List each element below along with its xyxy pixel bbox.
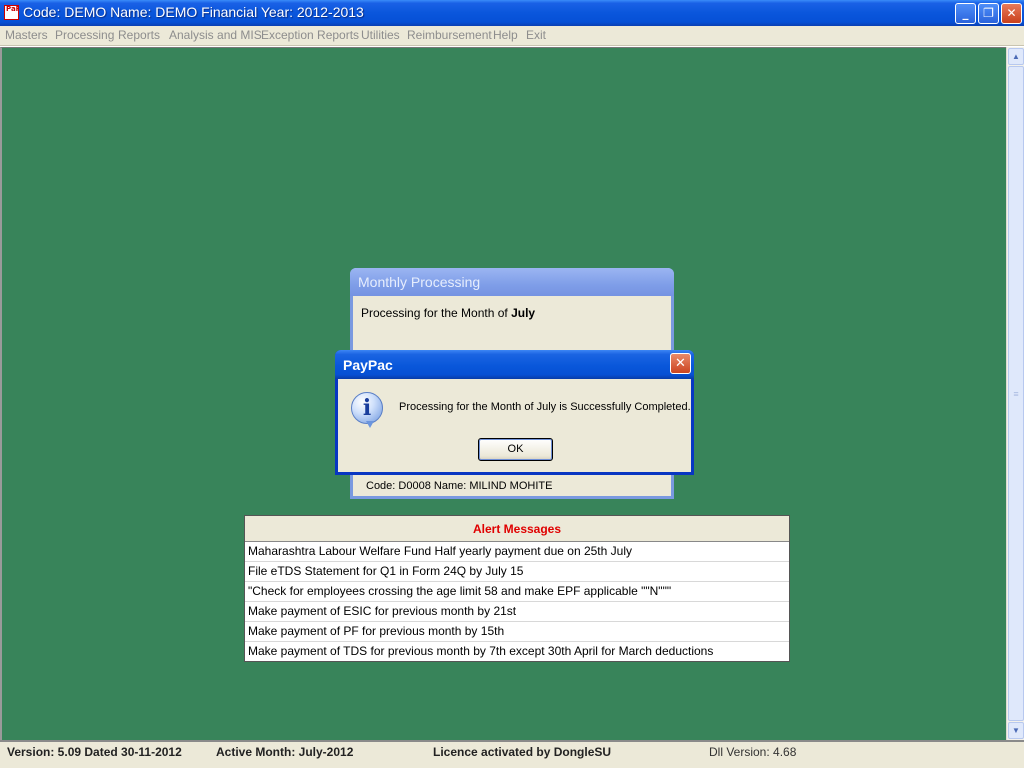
menu-exception-reports[interactable]: Exception Reports — [261, 28, 359, 42]
processing-month-label: Processing for the Month of July — [361, 306, 535, 320]
status-licence: Licence activated by DongleSU — [433, 745, 612, 759]
alert-messages-table: Alert Messages Maharashtra Labour Welfar… — [244, 515, 790, 662]
menu-help[interactable]: Help — [493, 28, 518, 42]
status-bar: Version: 5.09 Dated 30-11-2012 Active Mo… — [0, 740, 1024, 768]
vertical-scrollbar[interactable]: ▲ ≡ ▼ — [1006, 47, 1024, 740]
window-title: Code: DEMO Name: DEMO Financial Year: 20… — [23, 4, 364, 20]
alert-messages-header: Alert Messages — [245, 516, 789, 542]
alert-row[interactable]: Maharashtra Labour Welfare Fund Half yea… — [245, 542, 789, 562]
alert-row[interactable]: File eTDS Statement for Q1 in Form 24Q b… — [245, 562, 789, 582]
alert-row[interactable]: "Check for employees crossing the age li… — [245, 582, 789, 602]
status-dll-version: Dll Version: 4.68 — [709, 745, 797, 759]
menu-analysis-and-mis[interactable]: Analysis and MIS — [169, 28, 262, 42]
message-text: Processing for the Month of July is Succ… — [399, 401, 691, 413]
message-box-title-text: PayPac — [343, 357, 393, 373]
status-active-month: Active Month: July-2012 — [216, 745, 354, 759]
main-title-bar: PaPc Code: DEMO Name: DEMO Financial Yea… — [0, 0, 1024, 26]
paypac-message-box: PayPac ✕ i Processing for the Month of J… — [335, 350, 694, 475]
scroll-up-arrow-icon[interactable]: ▲ — [1008, 48, 1024, 65]
menu-reimbursement[interactable]: Reimbursement — [407, 28, 492, 42]
message-box-title: PayPac ✕ — [335, 350, 694, 379]
alert-row[interactable]: Make payment of ESIC for previous month … — [245, 602, 789, 622]
alert-row[interactable]: Make payment of TDS for previous month b… — [245, 642, 789, 662]
minimize-button[interactable]: _ — [955, 3, 976, 24]
close-button[interactable]: ✕ — [1001, 3, 1022, 24]
alert-row[interactable]: Make payment of PF for previous month by… — [245, 622, 789, 642]
menu-utilities[interactable]: Utilities — [361, 28, 400, 42]
info-icon: i — [351, 392, 383, 428]
scroll-down-arrow-icon[interactable]: ▼ — [1008, 722, 1024, 739]
menu-masters[interactable]: Masters — [5, 28, 48, 42]
monthly-processing-title: Monthly Processing — [350, 268, 674, 296]
processing-month-prefix: Processing for the Month of — [361, 306, 508, 320]
processing-month-value: July — [511, 306, 536, 320]
menu-bar: Masters Processing Reports Analysis and … — [0, 26, 1024, 46]
status-version: Version: 5.09 Dated 30-11-2012 — [7, 745, 182, 759]
scroll-thumb[interactable]: ≡ — [1008, 66, 1024, 721]
ok-button[interactable]: OK — [478, 438, 553, 461]
menu-processing[interactable]: Processing — [55, 28, 114, 42]
menu-exit[interactable]: Exit — [526, 28, 546, 42]
menu-reports[interactable]: Reports — [118, 28, 160, 42]
app-icon[interactable]: PaPc — [4, 5, 19, 20]
message-box-close-button[interactable]: ✕ — [670, 353, 691, 374]
employee-code-line: Code: D0008 Name: MILIND MOHITE — [366, 480, 553, 492]
restore-button[interactable]: ❐ — [978, 3, 999, 24]
